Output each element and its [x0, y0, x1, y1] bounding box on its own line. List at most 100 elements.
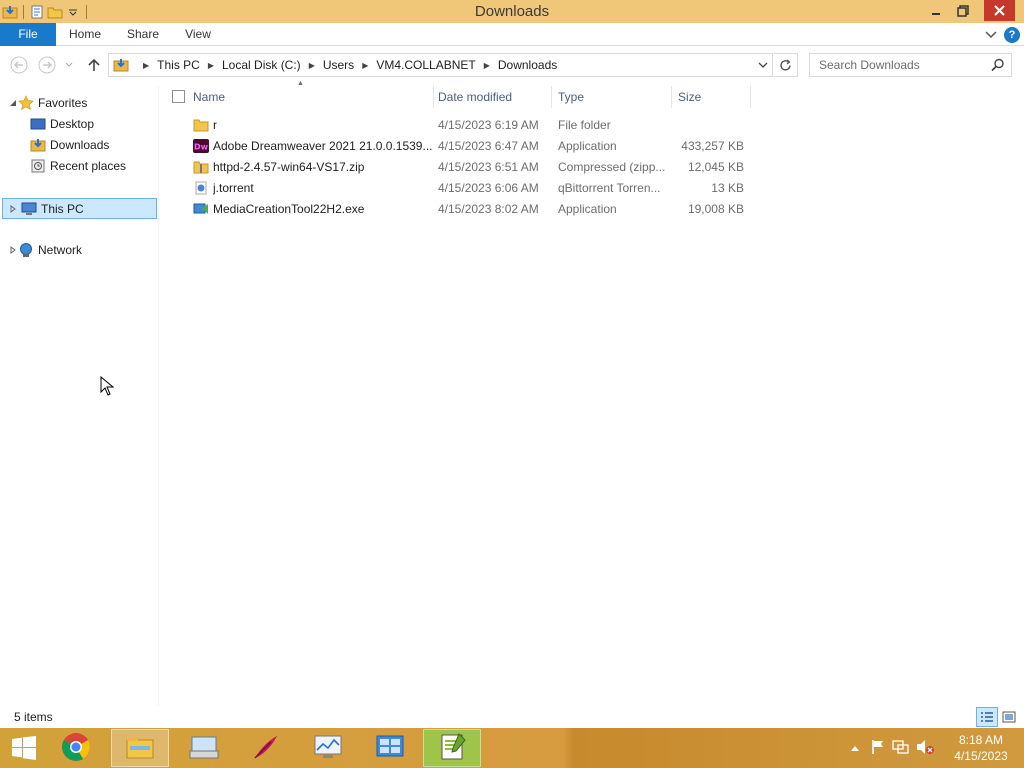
- file-row[interactable]: Dw Adobe Dreamweaver 2021 21.0.0.1539...…: [159, 136, 759, 157]
- file-name[interactable]: j.torrent: [213, 178, 433, 199]
- tab-view[interactable]: View: [178, 23, 218, 46]
- file-type: Compressed (zipp...: [558, 160, 666, 174]
- network-icon: [18, 242, 34, 258]
- file-date: 4/15/2023 6:47 AM: [438, 139, 539, 153]
- nav-favorites-label: Favorites: [38, 96, 88, 110]
- file-type: Application: [558, 139, 617, 153]
- breadcrumb-local-disk[interactable]: Local Disk (C:): [222, 58, 301, 72]
- collapse-arrow-icon[interactable]: [8, 98, 18, 108]
- breadcrumb-user-folder[interactable]: VM4.COLLABNET: [376, 58, 475, 72]
- folder-icon: [193, 117, 209, 133]
- address-history-dropdown[interactable]: [753, 53, 773, 77]
- taskbar-file-explorer[interactable]: [111, 729, 169, 767]
- file-date: 4/15/2023 6:06 AM: [438, 181, 539, 195]
- nav-desktop[interactable]: Desktop: [30, 114, 150, 134]
- dreamweaver-icon: Dw: [193, 138, 209, 154]
- taskbar-notepad-plus-plus[interactable]: [423, 729, 481, 767]
- column-date-modified[interactable]: Date modified: [432, 86, 552, 108]
- breadcrumb-this-pc[interactable]: This PC: [157, 58, 200, 72]
- taskbar-clock[interactable]: 8:18 AM 4/15/2023: [950, 732, 1012, 764]
- desktop-icon: [30, 116, 46, 132]
- file-name[interactable]: MediaCreationTool22H2.exe: [213, 199, 433, 220]
- breadcrumb-arrow-icon[interactable]: ▶: [208, 61, 214, 70]
- network-status-icon[interactable]: [892, 739, 910, 758]
- forward-button[interactable]: [37, 55, 57, 75]
- column-size[interactable]: Size: [672, 86, 751, 108]
- breadcrumb-arrow-icon[interactable]: ▶: [484, 61, 490, 70]
- start-button[interactable]: [0, 728, 48, 768]
- expand-arrow-icon[interactable]: [8, 245, 18, 255]
- nav-recent-places[interactable]: Recent places: [30, 156, 155, 176]
- file-row[interactable]: MediaCreationTool22H2.exe 4/15/2023 8:02…: [159, 199, 759, 220]
- select-all-checkbox[interactable]: [172, 90, 185, 103]
- refresh-button[interactable]: [774, 53, 798, 77]
- nav-downloads-label: Downloads: [50, 138, 110, 152]
- computer-icon: [21, 201, 37, 217]
- tab-file[interactable]: File: [0, 23, 56, 46]
- column-name[interactable]: Name: [187, 86, 434, 108]
- minimize-button[interactable]: [921, 0, 951, 21]
- close-button[interactable]: [984, 0, 1015, 21]
- navigation-bar: ▶ This PC ▶ Local Disk (C:) ▶ Users ▶ VM…: [0, 46, 1024, 82]
- taskbar-feather-app[interactable]: [237, 729, 295, 767]
- column-header: ▲ Name Date modified Type Size: [159, 80, 1024, 108]
- file-name[interactable]: r: [213, 115, 433, 136]
- up-button[interactable]: [84, 55, 104, 75]
- item-count: 5 items: [14, 710, 53, 724]
- nav-network-label: Network: [38, 243, 83, 257]
- breadcrumb-arrow-icon[interactable]: ▶: [309, 61, 315, 70]
- downloads-location-icon: [113, 57, 129, 76]
- address-bar[interactable]: ▶ This PC ▶ Local Disk (C:) ▶ Users ▶ VM…: [108, 53, 773, 77]
- file-row[interactable]: r 4/15/2023 6:19 AM File folder: [159, 115, 759, 136]
- breadcrumb-arrow-icon[interactable]: ▶: [362, 61, 368, 70]
- search-input[interactable]: [810, 54, 990, 76]
- file-row[interactable]: j.torrent 4/15/2023 6:06 AM qBittorrent …: [159, 178, 759, 199]
- volume-muted-icon[interactable]: [916, 739, 934, 758]
- back-button[interactable]: [9, 55, 29, 75]
- nav-this-pc[interactable]: This PC: [2, 198, 157, 219]
- large-icons-view-button[interactable]: [998, 707, 1020, 727]
- breadcrumb-downloads[interactable]: Downloads: [498, 58, 557, 72]
- details-view-button[interactable]: [976, 707, 998, 727]
- file-explorer-icon: [125, 734, 155, 763]
- restore-button[interactable]: [948, 0, 978, 21]
- downloads-icon: [30, 137, 46, 153]
- file-date: 4/15/2023 6:51 AM: [438, 160, 539, 174]
- window-title: Downloads: [474, 3, 550, 20]
- breadcrumb-arrow-icon[interactable]: ▶: [143, 61, 149, 70]
- tab-share[interactable]: Share: [122, 23, 164, 46]
- nav-this-pc-label: This PC: [41, 201, 84, 216]
- expand-arrow-icon[interactable]: [8, 204, 18, 214]
- file-name[interactable]: httpd-2.4.57-win64-VS17.zip: [213, 157, 433, 178]
- breadcrumb-users[interactable]: Users: [323, 58, 354, 72]
- nav-network[interactable]: Network: [8, 240, 148, 260]
- action-center-flag-icon[interactable]: [870, 739, 886, 758]
- taskbar-performance-monitor[interactable]: [299, 729, 357, 767]
- file-type: File folder: [558, 118, 611, 132]
- search-icon[interactable]: [990, 57, 1006, 76]
- search-box: [809, 53, 1012, 77]
- chrome-icon: [61, 732, 91, 765]
- file-row[interactable]: httpd-2.4.57-win64-VS17.zip 4/15/2023 6:…: [159, 157, 759, 178]
- recent-places-icon: [30, 158, 46, 174]
- column-type[interactable]: Type: [552, 86, 672, 108]
- nav-downloads[interactable]: Downloads: [30, 135, 150, 155]
- recent-locations-icon[interactable]: [62, 55, 76, 75]
- file-size: 19,008 KB: [687, 202, 744, 216]
- title-bar: Downloads: [0, 0, 1024, 23]
- taskbar-control-panel[interactable]: [361, 729, 419, 767]
- taskbar-on-screen-keyboard[interactable]: [175, 729, 233, 767]
- media-creation-icon: [193, 201, 209, 217]
- tab-home[interactable]: Home: [62, 23, 108, 46]
- nav-favorites[interactable]: Favorites: [8, 93, 148, 113]
- show-hidden-icons-icon[interactable]: [850, 741, 860, 755]
- file-name[interactable]: Adobe Dreamweaver 2021 21.0.0.1539...: [213, 136, 433, 157]
- taskbar: 8:18 AM 4/15/2023: [0, 728, 1024, 768]
- help-icon[interactable]: ?: [1004, 27, 1020, 43]
- file-date: 4/15/2023 6:19 AM: [438, 118, 539, 132]
- mouse-pointer-icon: [100, 375, 115, 399]
- file-date: 4/15/2023 8:02 AM: [438, 202, 539, 216]
- expand-ribbon-icon[interactable]: [983, 27, 999, 43]
- taskbar-chrome[interactable]: [47, 729, 105, 767]
- nav-recent-places-label: Recent places: [50, 159, 127, 173]
